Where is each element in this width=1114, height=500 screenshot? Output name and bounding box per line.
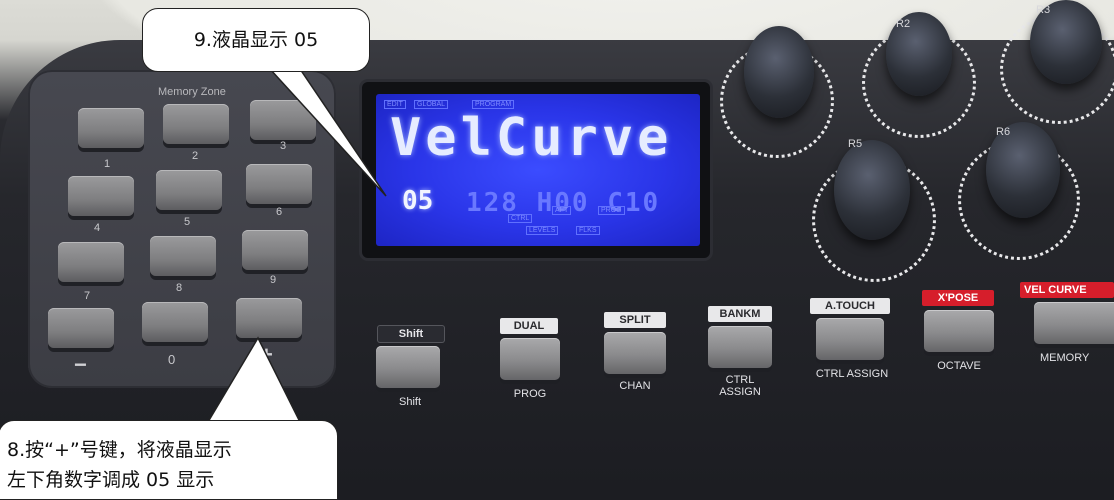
pad-2[interactable] xyxy=(163,104,229,144)
dual-prog-button[interactable] xyxy=(500,338,560,380)
callout-bottom-line2: 左下角数字调成 05 显示 xyxy=(7,469,215,491)
memory-zone-label: Memory Zone xyxy=(158,86,226,98)
pad-1[interactable] xyxy=(78,108,144,148)
memory-label: MEMORY xyxy=(1040,352,1090,364)
xpose-label: X'POSE xyxy=(922,290,994,306)
split-chan-button[interactable] xyxy=(604,332,666,374)
pad-3[interactable] xyxy=(250,100,316,140)
octave-label: OCTAVE xyxy=(937,360,981,372)
pad-4-label: 4 xyxy=(94,222,101,234)
callout-lcd-shows-05: 9.液晶显示 05 xyxy=(142,8,370,72)
bankl-label: CTRL ASSIGN xyxy=(719,374,761,398)
knob-label-r2: R2 xyxy=(896,18,911,30)
pad-5[interactable] xyxy=(156,170,222,210)
dual-label: DUAL xyxy=(500,318,558,334)
lcd-tag-aft: AFT xyxy=(552,206,572,215)
pad-5-label: 5 xyxy=(184,216,191,228)
split-label: SPLIT xyxy=(604,312,666,328)
shift-bottom-label: Shift xyxy=(398,396,421,408)
atouch-ctrl-assign-button[interactable] xyxy=(816,318,884,360)
minus-symbol: − xyxy=(74,352,87,377)
pad-8[interactable] xyxy=(150,236,216,276)
atouch-label: A.TOUCH xyxy=(810,298,890,314)
pad-3-label: 3 xyxy=(280,140,287,152)
plus-pad[interactable] xyxy=(236,298,302,338)
pad-0[interactable] xyxy=(142,302,208,342)
pad-6[interactable] xyxy=(246,164,312,204)
knob-label-r3: R3 xyxy=(1036,4,1051,16)
xpose-octave-button[interactable] xyxy=(924,310,994,352)
lcd-tag-ctrl: CTRL xyxy=(508,214,533,223)
pad-0-label: 0 xyxy=(168,352,176,367)
shift-top-label: Shift xyxy=(378,326,444,342)
lcd-tag-prog: PROG xyxy=(598,206,625,215)
pad-6-label: 6 xyxy=(276,206,283,218)
lcd-display: EDIT GLOBAL PROGRAM VelCurve 05 128 H00 … xyxy=(376,94,700,246)
callout-bottom-line1: 8.按“+”号键，将液晶显示 xyxy=(7,439,232,461)
knob-label-r5: R5 xyxy=(848,138,863,150)
pad-7[interactable] xyxy=(58,242,124,282)
bankm-label: BANKM xyxy=(708,306,772,322)
plus-symbol: + xyxy=(260,342,273,367)
knob-label-r6: R6 xyxy=(996,126,1011,138)
prog-label: PROG xyxy=(513,388,547,400)
vel-curve-label: VEL CURVE xyxy=(1020,282,1114,298)
lcd-tag-levels: LEVELS xyxy=(526,226,559,235)
vel-curve-memory-button[interactable] xyxy=(1034,302,1114,344)
pad-4[interactable] xyxy=(68,176,134,216)
pad-9[interactable] xyxy=(242,230,308,270)
pad-9-label: 9 xyxy=(270,274,277,286)
pad-8-label: 8 xyxy=(176,282,183,294)
pad-7-label: 7 xyxy=(84,290,91,302)
chan-label: CHAN xyxy=(619,380,651,392)
pad-1-label: 1 xyxy=(104,158,111,170)
pad-2-label: 2 xyxy=(192,150,199,162)
knob-r5[interactable] xyxy=(834,140,910,240)
lcd-value: 05 xyxy=(402,186,434,216)
ctrl-assign-label: CTRL ASSIGN xyxy=(815,368,889,380)
bankm-bankl-button[interactable] xyxy=(708,326,772,368)
lcd-main-text: VelCurve xyxy=(390,108,673,168)
minus-pad[interactable] xyxy=(48,308,114,348)
shift-button[interactable] xyxy=(376,346,440,388)
callout-press-plus: 8.按“+”号键，将液晶显示 左下角数字调成 05 显示 xyxy=(0,420,338,500)
knob-r1[interactable] xyxy=(744,26,814,118)
lcd-tag-flks: FLKS xyxy=(576,226,600,235)
